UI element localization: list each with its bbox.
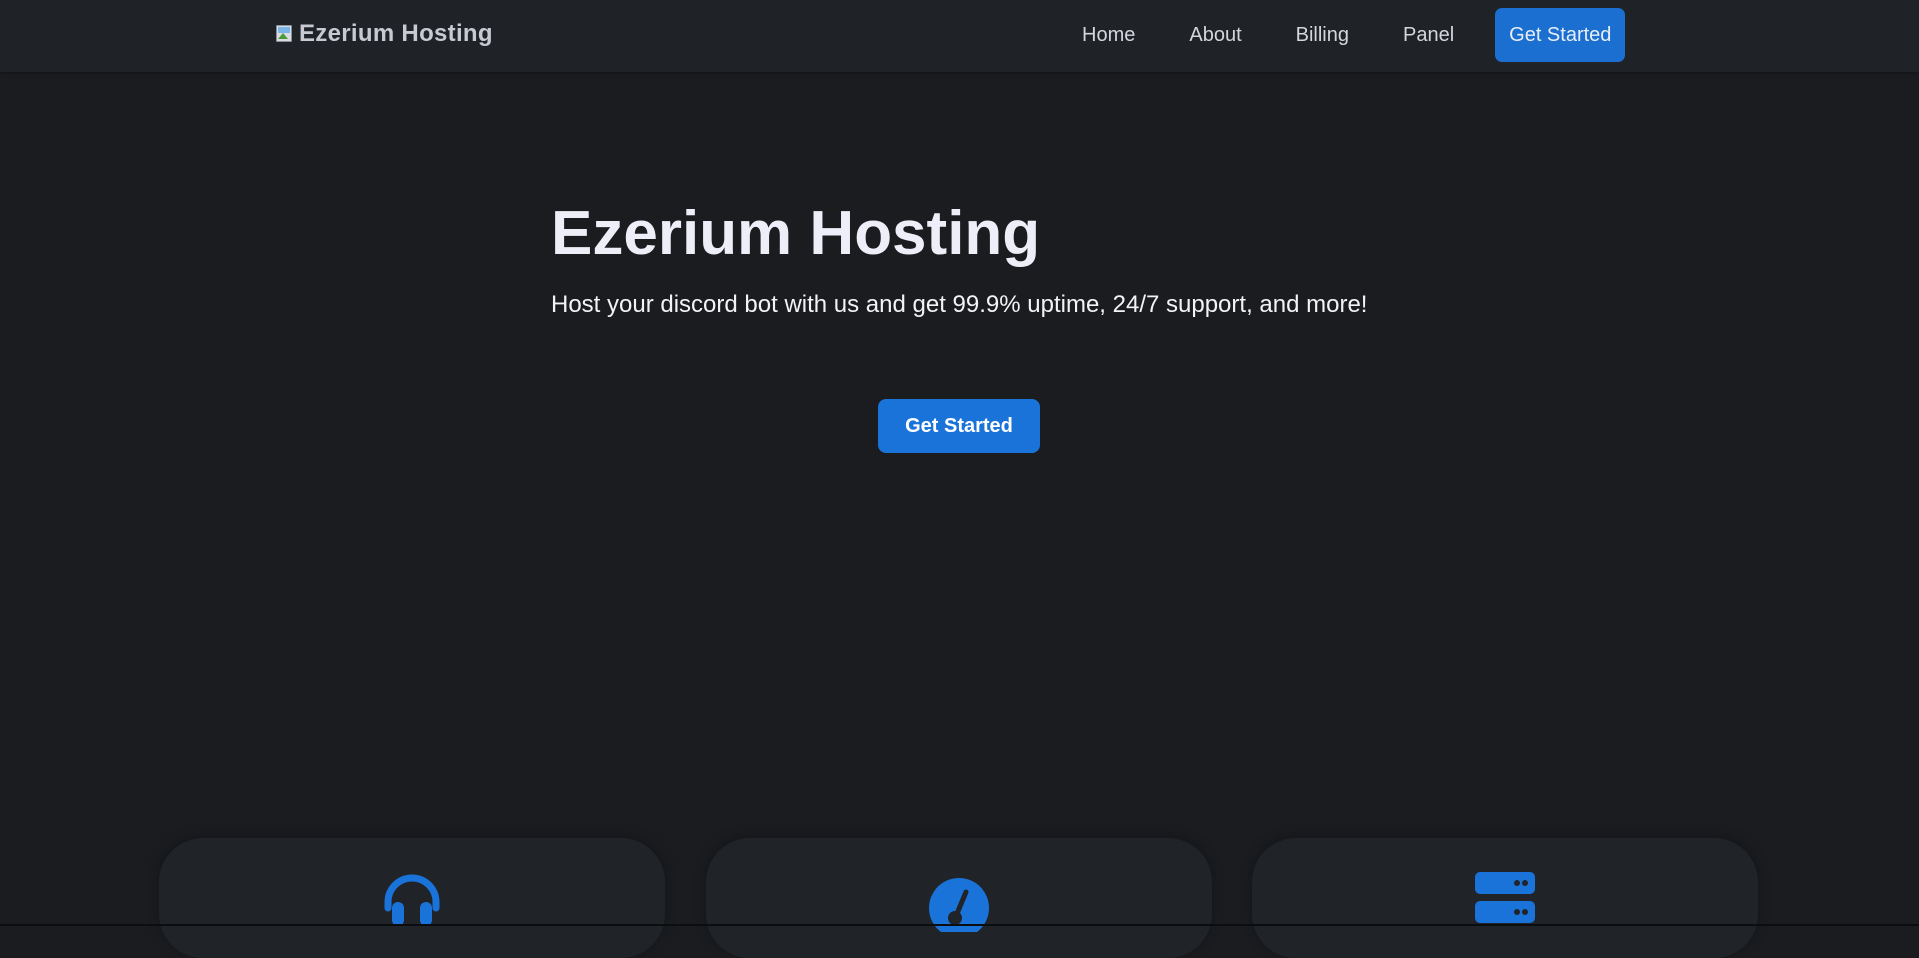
feature-card-speed: [706, 838, 1212, 958]
brand-logo-link[interactable]: Ezerium Hosting: [275, 20, 493, 48]
hero-title: Ezerium Hosting: [551, 199, 1041, 268]
hero-get-started-button[interactable]: Get Started: [878, 399, 1040, 453]
nav-get-started-button[interactable]: Get Started: [1495, 8, 1626, 62]
feature-card-servers: [1252, 838, 1758, 958]
brand-name: Ezerium Hosting: [299, 20, 493, 47]
nav-links: Home About Billing Panel Get Started: [1055, 8, 1626, 62]
nav-link-panel[interactable]: Panel: [1376, 8, 1481, 62]
server-icon: [1475, 872, 1535, 923]
hero-subtitle: Host your discord bot with us and get 99…: [551, 291, 1368, 318]
top-navbar: Ezerium Hosting Home About Billing Panel…: [0, 0, 1919, 72]
gauge-icon: [929, 878, 989, 932]
nav-link-about[interactable]: About: [1162, 8, 1268, 62]
nav-link-home[interactable]: Home: [1055, 8, 1162, 62]
nav-link-billing[interactable]: Billing: [1269, 8, 1376, 62]
broken-logo-image-icon: [275, 24, 295, 44]
headset-icon: [384, 874, 440, 926]
feature-card-support: [159, 838, 665, 958]
